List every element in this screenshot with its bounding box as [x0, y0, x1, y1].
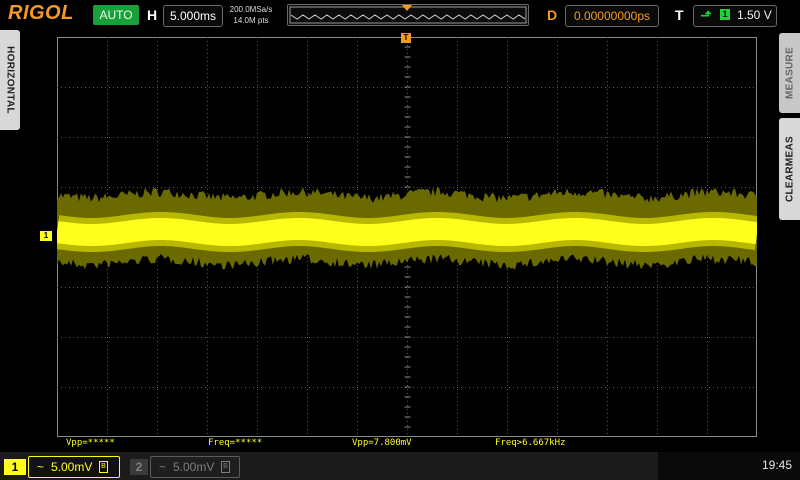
trigger-source-badge: 1	[720, 9, 730, 20]
trigger-delay-field[interactable]: 0.00000000ps	[565, 5, 659, 27]
trace-core	[57, 217, 757, 246]
horizontal-tab-label: HORIZONTAL	[4, 46, 16, 114]
measurement-4: Freq>6.667kHz	[495, 438, 566, 448]
memory-depth: 14.0M pts	[233, 16, 269, 25]
trigger-label: T	[675, 7, 684, 23]
memory-trigger-pointer-icon	[402, 5, 412, 11]
channel1-trace	[57, 187, 757, 270]
channel2-number[interactable]: 2	[130, 459, 148, 475]
ac-coupling-icon: ~	[159, 460, 167, 474]
bandwidth-limit-icon: B	[99, 461, 108, 473]
channel1-scale-box[interactable]: ~ 5.00mV B	[28, 456, 120, 478]
channel1-number[interactable]: 1	[4, 459, 26, 475]
ac-coupling-icon: ~	[37, 460, 45, 474]
trigger-position-marker[interactable]: T	[401, 33, 411, 43]
clear-measure-tab[interactable]: CLEARMEAS	[779, 118, 800, 220]
measurement-3: Vpp=7.800mV	[352, 438, 412, 448]
timebase-field[interactable]: 5.000ms	[163, 5, 223, 27]
horizontal-label: H	[147, 7, 158, 23]
memory-overview-wave	[289, 5, 527, 24]
bandwidth-limit-icon: B	[221, 461, 230, 473]
measure-tab-label: MEASURE	[784, 46, 795, 100]
sample-rate: 200.0MSa/s	[229, 5, 273, 14]
channel1-offset-marker[interactable]: 1	[40, 231, 52, 241]
rising-edge-icon: ⬏	[700, 7, 712, 23]
trigger-level: 1.50 V	[737, 8, 772, 22]
waveform-display[interactable]	[57, 37, 757, 437]
memory-overview-bar[interactable]	[287, 4, 529, 26]
horizontal-tab[interactable]: HORIZONTAL	[0, 30, 20, 130]
system-clock: 19:45	[762, 458, 793, 472]
measurement-1: Vpp=*****	[66, 438, 115, 448]
rigol-logo: RIGOL	[8, 2, 74, 24]
run-mode-button[interactable]: AUTO	[93, 5, 139, 25]
delay-label: D	[547, 7, 558, 23]
channel2-scale-box[interactable]: ~ 5.00mV B	[150, 456, 240, 478]
acquisition-info: 200.0MSa/s 14.0M pts	[224, 4, 278, 26]
measurement-2: Freq=*****	[208, 438, 263, 448]
channel2-scale: 5.00mV	[173, 460, 215, 474]
clear-measure-tab-label: CLEARMEAS	[784, 135, 795, 203]
channel1-scale: 5.00mV	[51, 460, 93, 474]
top-status-bar: RIGOL AUTO H 5.000ms 200.0MSa/s 14.0M pt…	[0, 0, 800, 30]
measure-tab[interactable]: MEASURE	[779, 33, 800, 113]
